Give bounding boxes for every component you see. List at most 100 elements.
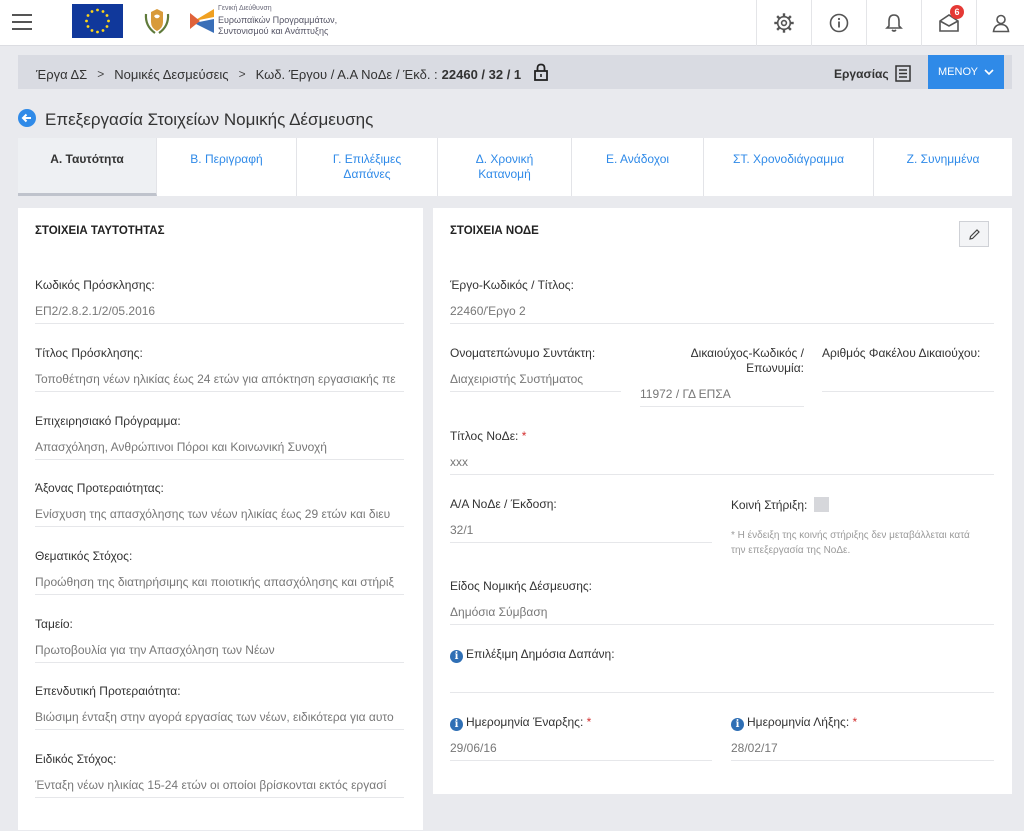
notification-count-badge: 6 <box>950 5 964 19</box>
start-date-label-text: Ημερομηνία Έναρξης: <box>466 715 584 729</box>
cyprus-crest-logo <box>144 9 170 34</box>
notifications-button[interactable] <box>866 0 921 46</box>
tab-schedule[interactable]: ΣΤ. Χρονοδιάγραμμα <box>704 138 874 196</box>
info-icon[interactable]: i <box>450 718 463 731</box>
specific-objective-label: Ειδικός Στόχος: <box>35 752 117 766</box>
author-value: Διαχειριστής Συστήματος <box>450 368 621 392</box>
settings-button[interactable] <box>756 0 811 46</box>
beneficiary-label-line-1: Δικαιούχος-Κωδικός / <box>690 346 804 360</box>
back-arrow-icon <box>21 113 31 123</box>
node-title-label: Τίτλος ΝοΔε: * <box>450 429 526 443</box>
eu-flag-logo <box>72 4 123 38</box>
joint-support-note: * Η ένδειξη της κοινής στήριξης δεν μετα… <box>731 528 991 558</box>
back-arrow-button[interactable] <box>18 109 36 127</box>
user-button[interactable] <box>976 0 1024 46</box>
joint-support-note-line-1: * Η ένδειξη της κοινής στήριξης δεν μετα… <box>731 530 970 541</box>
breadcrumb-separator-icon: > <box>238 67 246 81</box>
investment-priority-value: Βιώσιμη ένταξη στην αγορά εργασίας των ν… <box>35 706 404 730</box>
thematic-objective-value: Προώθηση της διατηρήσιμης και ποιοτικής … <box>35 571 404 595</box>
beneficiary-folder-label: Αριθμός Φακέλου Δικαιούχου: <box>822 346 981 360</box>
required-mark: * <box>586 715 592 729</box>
joint-support-label-text: Κοινή Στήριξη: <box>731 498 808 512</box>
identity-section-title: ΣΤΟΙΧΕΙΑ ΤΑΥΤΟΤΗΤΑΣ <box>35 225 165 237</box>
tasks-button[interactable]: Εργασίας <box>834 65 911 82</box>
edit-button[interactable] <box>959 221 989 247</box>
joint-support-label: Κοινή Στήριξη: <box>731 497 829 512</box>
breadcrumb-item-commitments[interactable]: Νομικές Δεσμεύσεις <box>114 67 228 82</box>
start-date-value: 29/06/16 <box>450 737 712 761</box>
start-date-label: i Ημερομηνία Έναρξης: * <box>450 715 591 731</box>
priority-axis-value: Ενίσχυση της απασχόλησης των νέων ηλικία… <box>35 503 404 527</box>
eligible-expense-label-text: Επιλέξιμη Δημόσια Δαπάνη: <box>466 647 615 661</box>
tab-attachments[interactable]: Ζ. Συνημμένα <box>874 138 1012 196</box>
call-title-value: Τοποθέτηση νέων ηλικίας έως 24 ετών για … <box>35 368 404 392</box>
tab-contractors[interactable]: Ε. Ανάδοχοι <box>572 138 704 196</box>
specific-objective-value: Ένταξη νέων ηλικίας 15-24 ετών οι οποίοι… <box>35 774 404 798</box>
lock-icon <box>534 63 549 81</box>
menu-button[interactable]: ΜΕΝΟΥ <box>928 55 1004 89</box>
required-mark: * <box>521 429 527 443</box>
operational-programme-label: Επιχειρησιακό Πρόγραμμα: <box>35 414 181 428</box>
logo-line-2-text: Ευρωπαϊκών Προγραμμάτων, <box>218 15 338 25</box>
operational-programme-value: Απασχόληση, Ανθρώπινοι Πόροι και Κοινωνι… <box>35 436 404 460</box>
bell-icon <box>885 14 903 32</box>
node-aa-label: Α/Α ΝοΔε / Έκδοση: <box>450 497 557 511</box>
logo-line-1: Γενική Διεύθυνση <box>218 5 272 12</box>
node-aa-value: 32/1 <box>450 519 712 543</box>
thematic-objective-label: Θεματικός Στόχος: <box>35 549 133 563</box>
tab-description[interactable]: Β. Περιγραφή <box>157 138 297 196</box>
fund-label: Ταμείο: <box>35 617 73 631</box>
logo-line-2: Ευρωπαϊκών Προγραμμάτων, Συντονισμού και… <box>218 15 337 37</box>
chevron-down-icon <box>984 69 994 75</box>
tasks-label: Εργασίας <box>834 66 889 81</box>
menu-label: ΜΕΝΟΥ <box>938 66 978 78</box>
breadcrumb-code-label: Κωδ. Έργου / Α.Α ΝοΔε / Έκδ. : <box>255 66 438 82</box>
logo-line-3-text: Συντονισμού και Ανάπτυξης <box>218 26 329 36</box>
identity-panel: ΣΤΟΙΧΕΙΑ ΤΑΥΤΟΤΗΤΑΣ Κωδικός Πρόσκλησης: … <box>18 208 423 830</box>
investment-priority-label: Επενδυτική Προτεραιότητα: <box>35 684 181 698</box>
end-date-label-text: Ημερομηνία Λήξης: <box>747 715 850 729</box>
tab-identity[interactable]: Α. Ταυτότητα <box>18 138 157 196</box>
breadcrumb-item-projects[interactable]: Έργα ΔΣ <box>36 67 87 82</box>
hamburger-menu-icon[interactable] <box>12 14 32 30</box>
info-icon[interactable]: i <box>450 650 463 663</box>
info-button[interactable] <box>811 0 866 46</box>
end-date-value: 28/02/17 <box>731 737 994 761</box>
messages-button[interactable]: 6 <box>921 0 976 46</box>
info-circle-icon <box>829 13 849 33</box>
node-title-value: xxx <box>450 451 994 475</box>
author-label: Ονοματεπώνυμο Συντάκτη: <box>450 346 596 360</box>
breadcrumb: Έργα ΔΣ > Νομικές Δεσμεύσεις > Κωδ. Έργο… <box>36 63 549 83</box>
top-bar: Γενική Διεύθυνση Ευρωπαϊκών Προγραμμάτων… <box>0 0 1024 46</box>
directorate-mark-icon <box>190 9 214 33</box>
info-icon[interactable]: i <box>731 718 744 731</box>
node-title-label-text: Τίτλος ΝοΔε: <box>450 429 519 443</box>
joint-support-checkbox[interactable] <box>813 497 829 512</box>
page-title: Επεξεργασία Στοιχείων Νομικής Δέσμευσης <box>45 110 374 129</box>
tab-bar: Α. Ταυτότητα Β. Περιγραφή Γ. Επιλέξιμες … <box>18 138 1012 196</box>
project-code-value: 22460/Έργο 2 <box>450 300 994 324</box>
breadcrumb-separator-icon: > <box>97 67 105 81</box>
tab-eligible-expenses[interactable]: Γ. Επιλέξιμες Δαπάνες <box>297 138 438 196</box>
end-date-label: i Ημερομηνία Λήξης: * <box>731 715 857 731</box>
node-panel: ΣΤΟΙΧΕΙΑ ΝΟΔΕ Έργο-Κωδικός / Τίτλος: 224… <box>433 208 1012 794</box>
call-code-value: ΕΠ2/2.8.2.1/2/05.2016 <box>35 300 404 324</box>
eligible-expense-value <box>450 669 994 693</box>
project-code-label: Έργο-Κωδικός / Τίτλος: <box>450 278 574 292</box>
user-icon <box>992 14 1009 33</box>
pencil-icon <box>968 228 980 240</box>
fund-value: Πρωτοβουλία για την Απασχόληση των Νέων <box>35 639 404 663</box>
beneficiary-label-line-2: Επωνυμία: <box>746 361 804 375</box>
breadcrumb-bar: Έργα ΔΣ > Νομικές Δεσμεύσεις > Κωδ. Έργο… <box>18 55 1012 89</box>
tab-time-allocation[interactable]: Δ. Χρονική Κατανομή <box>438 138 572 196</box>
eligible-expense-label: i Επιλέξιμη Δημόσια Δαπάνη: <box>450 647 615 663</box>
required-mark: * <box>852 715 858 729</box>
priority-axis-label: Άξονας Προτεραιότητας: <box>35 481 164 495</box>
directorate-logo: Γενική Διεύθυνση Ευρωπαϊκών Προγραμμάτων… <box>186 3 337 41</box>
settings-icon <box>774 13 794 33</box>
list-icon <box>894 65 911 82</box>
call-title-label: Τίτλος Πρόσκλησης: <box>35 346 143 360</box>
call-code-label: Κωδικός Πρόσκλησης: <box>35 278 155 292</box>
commitment-type-value: Δημόσια Σύμβαση <box>450 601 994 625</box>
node-section-title: ΣΤΟΙΧΕΙΑ ΝΟΔΕ <box>450 225 539 237</box>
